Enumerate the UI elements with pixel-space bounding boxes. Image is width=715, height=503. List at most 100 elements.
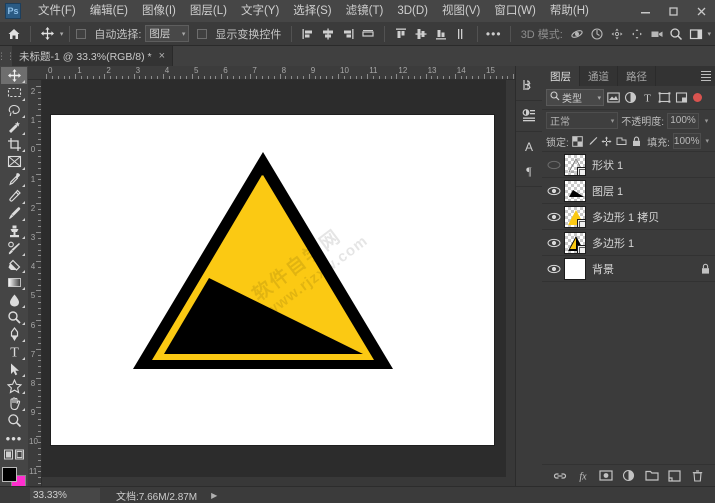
- lock-all-icon[interactable]: [630, 133, 642, 149]
- 3d-roll-icon[interactable]: [587, 24, 607, 44]
- 3d-pan-icon[interactable]: [607, 24, 627, 44]
- layer-visibility-toggle[interactable]: [544, 178, 564, 204]
- canvas-area[interactable]: 软件自学网 www.rjzxw.com: [42, 80, 515, 486]
- canvas-vertical-scrollbar[interactable]: [506, 80, 515, 486]
- zoom-level-field[interactable]: 33.33%: [30, 488, 100, 503]
- close-icon[interactable]: [687, 0, 715, 22]
- menu-view[interactable]: 视图(V): [435, 0, 487, 22]
- history-brush-tool[interactable]: [1, 240, 27, 257]
- search-icon[interactable]: [666, 24, 686, 44]
- adjustments-panel-icon[interactable]: [518, 105, 540, 127]
- menu-help[interactable]: 帮助(H): [543, 0, 596, 22]
- chevron-down-icon[interactable]: ▾: [60, 30, 64, 38]
- filter-pixel-icon[interactable]: [606, 89, 621, 106]
- distribute-h-icon[interactable]: [358, 24, 378, 44]
- layer-thumbnail[interactable]: [564, 232, 586, 254]
- blur-tool[interactable]: [1, 291, 27, 308]
- close-icon[interactable]: ×: [159, 50, 165, 62]
- panel-menu-icon[interactable]: [697, 66, 715, 86]
- layer-visibility-toggle[interactable]: [544, 256, 564, 282]
- move-tool[interactable]: [1, 67, 27, 84]
- filter-type-dropdown[interactable]: 类型 ▾: [546, 89, 604, 106]
- auto-select-dropdown[interactable]: 图层 ▾: [145, 25, 189, 42]
- delete-layer-icon[interactable]: [690, 467, 706, 485]
- tab-layers[interactable]: 图层: [542, 66, 580, 86]
- gradient-tool[interactable]: [1, 274, 27, 291]
- artboard[interactable]: 软件自学网 www.rjzxw.com: [51, 115, 494, 445]
- table-row[interactable]: 多边形 1 拷贝: [542, 204, 715, 230]
- hand-tool[interactable]: [1, 395, 27, 412]
- 3d-slide-icon[interactable]: [627, 24, 647, 44]
- document-tab[interactable]: 未标题-1 @ 33.3%(RGB/8) * ×: [12, 46, 173, 66]
- filter-enable-toggle[interactable]: [693, 93, 702, 102]
- pen-tool[interactable]: [1, 326, 27, 343]
- blend-mode-dropdown[interactable]: 正常 ▾: [546, 112, 618, 129]
- menu-edit[interactable]: 编辑(E): [83, 0, 135, 22]
- lock-position-icon[interactable]: [601, 133, 613, 149]
- spot-healing-brush-tool[interactable]: [1, 188, 27, 205]
- foreground-color-swatch[interactable]: [2, 467, 17, 482]
- character-panel-icon[interactable]: A: [518, 136, 540, 158]
- table-row[interactable]: 形状 1: [542, 152, 715, 178]
- quick-mask-toggle[interactable]: [1, 447, 27, 464]
- layer-thumbnail[interactable]: [564, 154, 586, 176]
- magic-wand-tool[interactable]: [1, 119, 27, 136]
- align-right-icon[interactable]: [338, 24, 358, 44]
- clone-stamp-tool[interactable]: [1, 222, 27, 239]
- fill-value[interactable]: 100%: [673, 133, 701, 149]
- color-swatches[interactable]: [2, 467, 26, 486]
- table-row[interactable]: 图层 1: [542, 178, 715, 204]
- align-top-icon[interactable]: [391, 24, 411, 44]
- layer-visibility-toggle[interactable]: [544, 230, 564, 256]
- custom-shape-tool[interactable]: [1, 378, 27, 395]
- frame-tool[interactable]: [1, 153, 27, 170]
- lock-image-icon[interactable]: [586, 133, 598, 149]
- more-options-icon[interactable]: •••: [484, 24, 504, 44]
- brush-tool[interactable]: [1, 205, 27, 222]
- menu-3d[interactable]: 3D(D): [390, 0, 435, 22]
- home-icon[interactable]: [4, 24, 24, 44]
- layer-thumbnail[interactable]: [564, 180, 586, 202]
- chevron-down-icon[interactable]: ▾: [704, 137, 712, 145]
- layer-visibility-toggle[interactable]: [544, 152, 564, 178]
- maximize-icon[interactable]: [659, 0, 687, 22]
- layer-style-fx-icon[interactable]: fx: [575, 467, 591, 485]
- move-tool-icon[interactable]: [37, 24, 59, 44]
- workspace-icon[interactable]: [686, 24, 706, 44]
- filter-shape-icon[interactable]: [657, 89, 672, 106]
- zoom-tool[interactable]: [1, 412, 27, 429]
- lock-transparent-icon[interactable]: [572, 133, 584, 149]
- menu-filter[interactable]: 滤镜(T): [339, 0, 391, 22]
- minimize-icon[interactable]: [631, 0, 659, 22]
- new-adjustment-layer-icon[interactable]: [621, 467, 637, 485]
- paragraph-panel-icon[interactable]: ¶: [518, 160, 540, 182]
- eraser-tool[interactable]: [1, 257, 27, 274]
- edit-toolbar-more[interactable]: •••: [1, 430, 27, 447]
- distribute-v-icon[interactable]: [451, 24, 471, 44]
- history-panel-icon[interactable]: ᛒ: [518, 74, 540, 96]
- chevron-down-icon[interactable]: ▾: [707, 30, 711, 38]
- menu-type[interactable]: 文字(Y): [234, 0, 286, 22]
- eyedropper-tool[interactable]: [1, 171, 27, 188]
- status-expand-arrow[interactable]: ▶: [211, 491, 217, 500]
- tab-paths[interactable]: 路径: [618, 66, 656, 86]
- canvas-horizontal-scrollbar[interactable]: [42, 477, 515, 486]
- tab-channels[interactable]: 通道: [580, 66, 618, 86]
- align-left-icon[interactable]: [298, 24, 318, 44]
- align-center-h-icon[interactable]: [318, 24, 338, 44]
- show-transform-checkbox[interactable]: [197, 29, 207, 39]
- new-group-icon[interactable]: [644, 467, 660, 485]
- align-middle-v-icon[interactable]: [411, 24, 431, 44]
- 3d-orbit-icon[interactable]: [567, 24, 587, 44]
- menu-file[interactable]: 文件(F): [31, 0, 83, 22]
- align-bottom-icon[interactable]: [431, 24, 451, 44]
- filter-type-text-icon[interactable]: T: [640, 89, 655, 106]
- crop-tool[interactable]: [1, 136, 27, 153]
- menu-window[interactable]: 窗口(W): [487, 0, 543, 22]
- filter-adjustment-icon[interactable]: [623, 89, 638, 106]
- table-row[interactable]: 背景: [542, 256, 715, 282]
- layer-thumbnail[interactable]: [564, 258, 586, 280]
- dodge-tool[interactable]: [1, 309, 27, 326]
- layer-thumbnail[interactable]: [564, 206, 586, 228]
- lasso-tool[interactable]: [1, 102, 27, 119]
